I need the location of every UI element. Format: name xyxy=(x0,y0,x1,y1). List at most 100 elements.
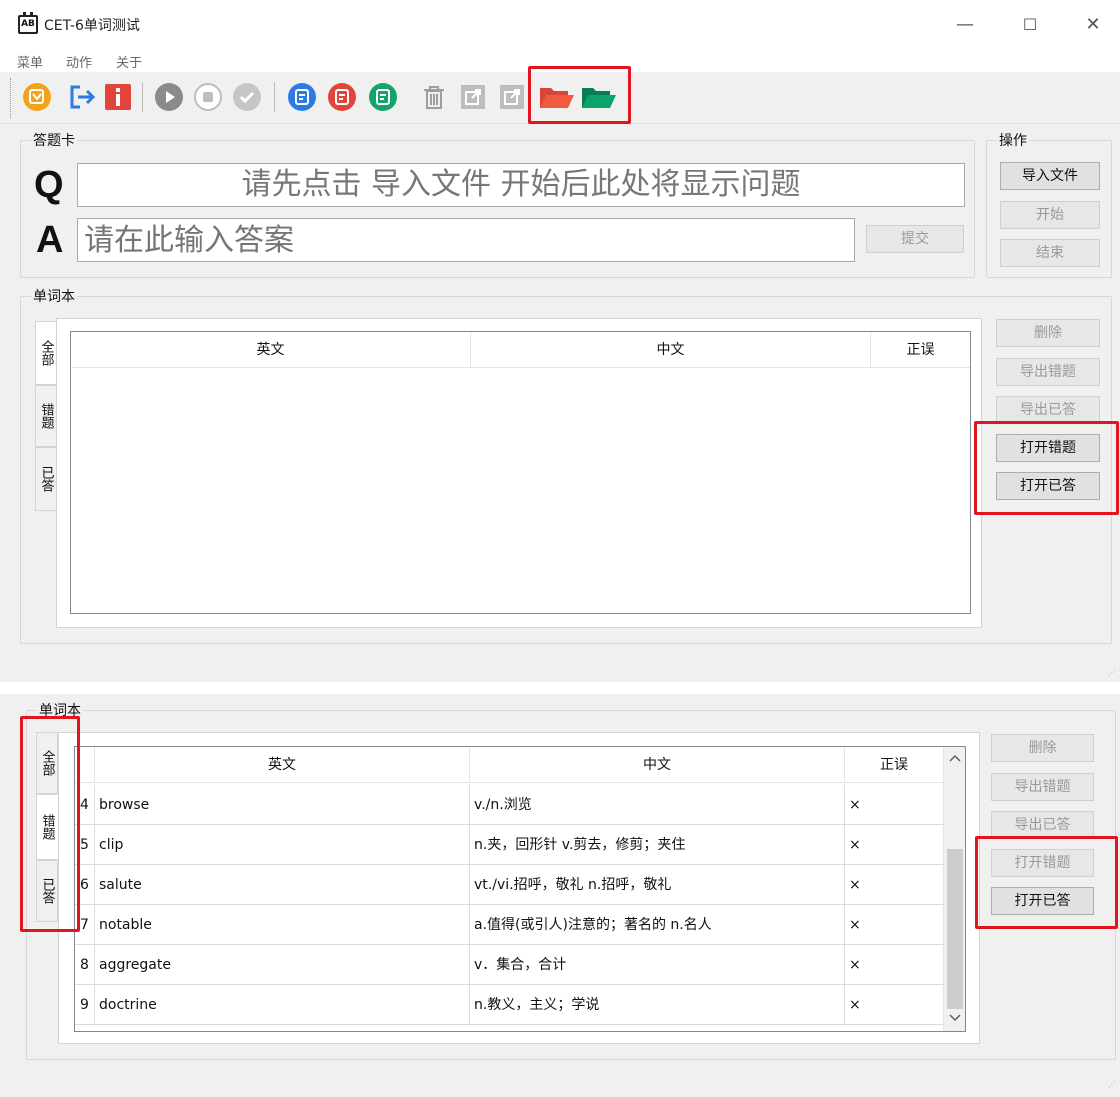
cell-correct[interactable]: × xyxy=(845,905,943,945)
menu-main[interactable]: 菜单 xyxy=(17,52,43,71)
cell-correct[interactable]: × xyxy=(845,825,943,865)
open-wrong-folder-icon[interactable] xyxy=(538,82,576,112)
cell-chinese[interactable]: v．集合，合计 xyxy=(470,945,845,985)
toolbar-grip[interactable] xyxy=(10,78,12,118)
import-file-button[interactable]: 导入文件 xyxy=(1000,162,1100,190)
calendar-app-icon: AB xyxy=(18,12,38,34)
wordbook-legend: 单词本 xyxy=(33,289,75,305)
menu-action[interactable]: 动作 xyxy=(66,52,92,71)
cell-english[interactable]: browse xyxy=(95,785,470,825)
answer-input[interactable] xyxy=(77,218,855,262)
window-title: CET-6单词测试 xyxy=(44,18,140,34)
cell-chinese[interactable]: a.值得(或引人)注意的；著名的 n.名人 xyxy=(470,905,845,945)
info-icon[interactable] xyxy=(103,82,133,112)
open-answered-button[interactable]: 打开已答 xyxy=(991,887,1094,915)
row-number: 7 xyxy=(75,905,95,945)
exit-icon[interactable] xyxy=(66,82,96,112)
import-file-icon[interactable] xyxy=(22,82,52,112)
export-wrong-button[interactable]: 导出错题 xyxy=(996,358,1100,386)
column-header-chinese[interactable]: 中文 xyxy=(471,332,871,368)
cell-correct[interactable]: × xyxy=(845,945,943,985)
column-header-english[interactable]: 英文 xyxy=(71,332,471,368)
blue-edit-icon[interactable] xyxy=(287,82,317,112)
cell-correct[interactable]: × xyxy=(845,865,943,905)
export-answered-icon[interactable] xyxy=(497,82,527,112)
table-row[interactable]: 4 browse v./n.浏览 × xyxy=(75,785,943,825)
table-header: 英文 中文 正误 xyxy=(71,332,970,368)
column-header-chinese[interactable]: 中文 xyxy=(470,747,845,783)
stop-icon[interactable] xyxy=(193,82,223,112)
table-row[interactable]: 8 aggregate v．集合，合计 × xyxy=(75,945,943,985)
table2-header: 英文 中文 正误 xyxy=(75,747,943,783)
menu-bar: 菜单 动作 关于 xyxy=(0,50,1120,72)
scroll-up-arrow-icon[interactable] xyxy=(949,753,961,763)
export-wrong-button[interactable]: 导出错题 xyxy=(991,773,1094,801)
cell-chinese[interactable]: n.教义，主义；学说 xyxy=(470,985,845,1025)
end-button[interactable]: 结束 xyxy=(1000,239,1100,267)
table-row[interactable]: 5 clip n.夹，回形针 v.剪去，修剪；夹住 × xyxy=(75,825,943,865)
tab2-wrong[interactable]: 错题 xyxy=(36,794,58,860)
cell-correct[interactable]: × xyxy=(845,985,943,1025)
operations-legend: 操作 xyxy=(999,133,1027,149)
menu-about[interactable]: 关于 xyxy=(116,52,142,71)
column-header-correct[interactable]: 正误 xyxy=(871,332,970,368)
tab-wrong[interactable]: 错题 xyxy=(35,385,57,447)
export-icon[interactable] xyxy=(458,82,488,112)
scrollbar-thumb[interactable] xyxy=(947,849,963,1009)
open-answered-folder-icon[interactable] xyxy=(580,82,618,112)
column-header-correct[interactable]: 正误 xyxy=(845,747,943,783)
table-row[interactable]: 9 doctrine n.教义，主义；学说 × xyxy=(75,985,943,1025)
maximize-button[interactable]: ☐ xyxy=(1015,12,1045,38)
main-window: AB CET-6单词测试 — ☐ ✕ 菜单 动作 关于 答题卡 Q 请先点击 导… xyxy=(0,0,1120,682)
delete-button[interactable]: 删除 xyxy=(991,734,1094,762)
cell-chinese[interactable]: vt./vi.招呼，敬礼 n.招呼，敬礼 xyxy=(470,865,845,905)
cell-chinese[interactable]: v./n.浏览 xyxy=(470,785,845,825)
image-gap xyxy=(0,682,1120,694)
cell-english[interactable]: aggregate xyxy=(95,945,470,985)
cell-english[interactable]: notable xyxy=(95,905,470,945)
export-answered-button[interactable]: 导出已答 xyxy=(996,396,1100,424)
table-row[interactable]: 7 notable a.值得(或引人)注意的；著名的 n.名人 × xyxy=(75,905,943,945)
minimize-button[interactable]: — xyxy=(950,12,980,38)
cell-english[interactable]: salute xyxy=(95,865,470,905)
close-button[interactable]: ✕ xyxy=(1078,12,1108,38)
cell-english[interactable]: clip xyxy=(95,825,470,865)
row-number: 5 xyxy=(75,825,95,865)
cell-chinese[interactable]: n.夹，回形针 v.剪去，修剪；夹住 xyxy=(470,825,845,865)
export-answered-button[interactable]: 导出已答 xyxy=(991,811,1094,839)
start-icon[interactable] xyxy=(154,82,184,112)
row-header-corner xyxy=(75,747,95,783)
row-number: 9 xyxy=(75,985,95,1025)
open-wrong-button[interactable]: 打开错题 xyxy=(996,434,1100,462)
submit-button[interactable]: 提交 xyxy=(866,225,964,253)
cell-english[interactable]: doctrine xyxy=(95,985,470,1025)
wordbook2-legend: 单词本 xyxy=(39,703,81,719)
column-header-english[interactable]: 英文 xyxy=(95,747,470,783)
a-label: A xyxy=(36,219,64,261)
row-number: 4 xyxy=(75,785,95,825)
table-row[interactable]: 6 salute vt./vi.招呼，敬礼 n.招呼，敬礼 × xyxy=(75,865,943,905)
word-table-2[interactable]: 英文 中文 正误 4 browse v./n.浏览 × 5 clip n.夹，回… xyxy=(74,746,966,1032)
word-table[interactable]: 英文 中文 正误 xyxy=(70,331,971,614)
open-wrong-button[interactable]: 打开错题 xyxy=(991,849,1094,877)
green-edit-icon[interactable] xyxy=(368,82,398,112)
resize-grip[interactable]: ⋰ xyxy=(1108,1080,1118,1090)
delete-button[interactable]: 删除 xyxy=(996,319,1100,347)
cell-correct[interactable]: × xyxy=(845,785,943,825)
resize-grip[interactable]: ⋰ xyxy=(1108,668,1118,678)
tab2-answered[interactable]: 已答 xyxy=(36,860,58,922)
row-number: 8 xyxy=(75,945,95,985)
vertical-scrollbar[interactable] xyxy=(943,747,965,1031)
row-number: 6 xyxy=(75,865,95,905)
start-button[interactable]: 开始 xyxy=(1000,201,1100,229)
title-bar: AB CET-6单词测试 — ☐ ✕ xyxy=(0,0,1120,50)
scroll-down-arrow-icon[interactable] xyxy=(949,1013,961,1023)
tab-answered[interactable]: 已答 xyxy=(35,447,57,511)
check-icon[interactable] xyxy=(232,82,262,112)
red-edit-icon[interactable] xyxy=(327,82,357,112)
trash-icon[interactable] xyxy=(419,82,449,112)
toolbar-separator xyxy=(274,82,275,112)
open-answered-button[interactable]: 打开已答 xyxy=(996,472,1100,500)
tab2-all[interactable]: 全部 xyxy=(36,732,58,794)
tab-all[interactable]: 全部 xyxy=(35,321,57,385)
